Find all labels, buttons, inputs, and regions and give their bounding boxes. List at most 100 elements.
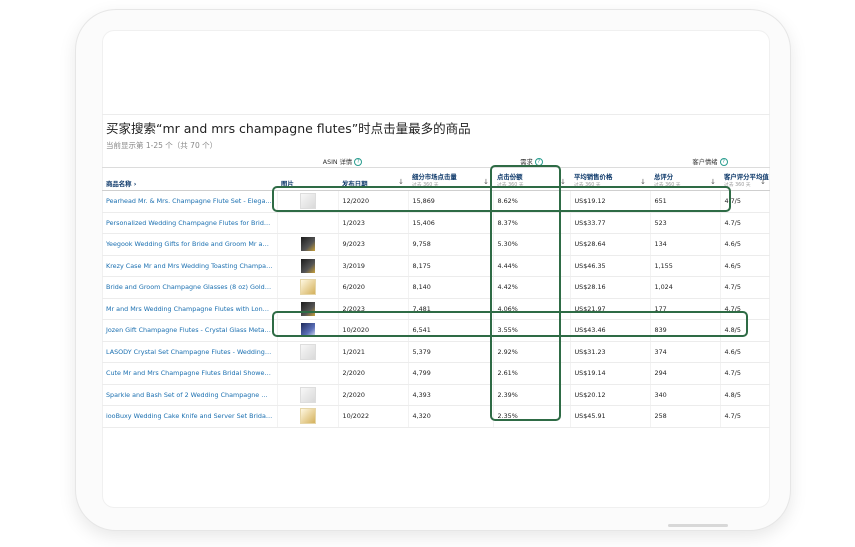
product-image xyxy=(276,212,338,234)
table-row[interactable]: Mr and Mrs Wedding Champagne Flutes with… xyxy=(102,298,770,320)
table-row[interactable]: Sparkle and Bash Set of 2 Wedding Champa… xyxy=(102,384,770,406)
total-ratings: 1,155 xyxy=(649,255,720,277)
release-date: 10/2020 xyxy=(337,319,408,342)
col-avg-price[interactable]: 平均销售价格 过去 360 天 ↓ xyxy=(570,167,650,191)
group-customer: 客户情绪? xyxy=(650,156,770,168)
avg-rating: 4.8/5 xyxy=(719,384,770,406)
avg-price: US$28.16 xyxy=(569,276,650,299)
product-thumbnail xyxy=(299,408,316,425)
sort-down-icon[interactable]: ↓ xyxy=(398,178,404,186)
product-name[interactable]: Sparkle and Bash Set of 2 Wedding Champa… xyxy=(102,384,277,406)
product-name[interactable]: Cute Mr and Mrs Champagne Flutes Bridal … xyxy=(102,362,277,385)
product-name[interactable]: Personalized Wedding Champagne Flutes fo… xyxy=(102,212,277,234)
release-date: 10/2022 xyxy=(337,405,408,428)
avg-price: US$31.23 xyxy=(569,341,650,363)
click-share: 4.44% xyxy=(492,255,570,277)
help-icon[interactable]: ? xyxy=(719,158,728,166)
product-image xyxy=(276,233,338,256)
niche-clicks: 4,320 xyxy=(407,405,493,428)
product-name[interactable]: Yeegook Wedding Gifts for Bride and Groo… xyxy=(102,233,277,256)
niche-clicks: 6,541 xyxy=(407,319,493,342)
sort-down-icon[interactable]: ↓ xyxy=(760,178,766,186)
table-row[interactable]: Pearhead Mr. & Mrs. Champagne Flute Set … xyxy=(102,190,770,213)
table-row[interactable]: Cute Mr and Mrs Champagne Flutes Bridal … xyxy=(102,362,770,385)
col-niche-clicks[interactable]: 细分市场点击量 过去 360 天 ↓ xyxy=(408,167,493,191)
niche-clicks: 5,379 xyxy=(407,341,493,363)
avg-price: US$19.12 xyxy=(569,190,650,213)
table-row[interactable]: iooBuxy Wedding Cake Knife and Server Se… xyxy=(102,405,770,428)
col-image: 图片 xyxy=(277,167,338,191)
product-image xyxy=(276,384,338,406)
release-date: 1/2023 xyxy=(337,212,408,234)
avg-price: US$21.97 xyxy=(569,298,650,320)
table-row[interactable]: Personalized Wedding Champagne Flutes fo… xyxy=(102,212,770,234)
product-image xyxy=(276,362,338,385)
click-share: 2.92% xyxy=(492,341,570,363)
product-name[interactable]: iooBuxy Wedding Cake Knife and Server Se… xyxy=(102,405,277,428)
table-row[interactable]: LASODY Crystal Set Champagne Flutes - We… xyxy=(102,341,770,363)
table-row[interactable]: Bride and Groom Champagne Glasses (8 oz)… xyxy=(102,276,770,299)
product-thumbnail xyxy=(300,301,315,316)
click-share: 2.35% xyxy=(492,405,570,428)
table-row[interactable]: Jozen Gift Champagne Flutes - Crystal Gl… xyxy=(102,319,770,342)
total-ratings: 651 xyxy=(649,190,720,213)
sort-down-icon[interactable]: ↓ xyxy=(560,178,566,186)
avg-rating: 4.7/5 xyxy=(719,298,770,320)
chevron-right-icon: › xyxy=(133,180,137,188)
group-spacer xyxy=(408,156,493,168)
total-ratings: 523 xyxy=(649,212,720,234)
total-ratings: 340 xyxy=(649,384,720,406)
niche-clicks: 4,393 xyxy=(407,384,493,406)
home-indicator xyxy=(668,524,728,527)
sort-down-icon[interactable]: ↓ xyxy=(710,178,716,186)
col-name[interactable]: 商品名称 › xyxy=(102,167,277,191)
click-share: 2.39% xyxy=(492,384,570,406)
col-avg-rating[interactable]: 客户评分平均值 过去 360 天 ↓ xyxy=(720,167,770,191)
avg-rating: 4.6/5 xyxy=(719,341,770,363)
products-table: ASIN 详情? 需求? 客户情绪? 商品名称 › 图片 发布日期 ↓ 细分市场点… xyxy=(102,156,770,428)
help-icon[interactable]: ? xyxy=(354,158,363,166)
help-icon[interactable]: ? xyxy=(534,158,543,166)
product-name[interactable]: Bride and Groom Champagne Glasses (8 oz)… xyxy=(102,276,277,299)
product-name[interactable]: Mr and Mrs Wedding Champagne Flutes with… xyxy=(102,298,277,320)
product-name[interactable]: Krezy Case Mr and Mrs Wedding Toasting C… xyxy=(102,255,277,277)
product-name[interactable]: Pearhead Mr. & Mrs. Champagne Flute Set … xyxy=(102,190,277,213)
col-date[interactable]: 发布日期 ↓ xyxy=(338,167,408,191)
avg-price: US$45.91 xyxy=(569,405,650,428)
niche-clicks: 4,799 xyxy=(407,362,493,385)
col-ratings[interactable]: 总评分 过去 360 天 ↓ xyxy=(650,167,720,191)
niche-clicks: 9,758 xyxy=(407,233,493,256)
sort-down-icon[interactable]: ↓ xyxy=(483,178,489,186)
avg-price: US$33.77 xyxy=(569,212,650,234)
avg-price: US$19.14 xyxy=(569,362,650,385)
avg-price: US$46.35 xyxy=(569,255,650,277)
release-date: 2/2023 xyxy=(337,298,408,320)
divider xyxy=(102,114,770,115)
sort-down-icon[interactable]: ↓ xyxy=(640,178,646,186)
avg-price: US$28.64 xyxy=(569,233,650,256)
avg-rating: 4.8/5 xyxy=(719,319,770,342)
product-thumbnail xyxy=(299,193,316,210)
col-click-share[interactable]: 点击份额 过去 360 天 ↓ xyxy=(493,167,570,191)
product-name[interactable]: LASODY Crystal Set Champagne Flutes - We… xyxy=(102,341,277,363)
product-image xyxy=(276,405,338,428)
group-spacer xyxy=(102,156,277,168)
niche-clicks: 8,175 xyxy=(407,255,493,277)
avg-rating: 4.7/5 xyxy=(719,405,770,428)
table-row[interactable]: Krezy Case Mr and Mrs Wedding Toasting C… xyxy=(102,255,770,277)
product-image xyxy=(276,341,338,363)
release-date: 2/2020 xyxy=(337,362,408,385)
click-share: 4.06% xyxy=(492,298,570,320)
product-image xyxy=(276,319,338,342)
total-ratings: 294 xyxy=(649,362,720,385)
product-image xyxy=(276,190,338,213)
product-image xyxy=(276,276,338,299)
avg-price: US$43.46 xyxy=(569,319,650,342)
group-spacer xyxy=(570,156,650,168)
product-name[interactable]: Jozen Gift Champagne Flutes - Crystal Gl… xyxy=(102,319,277,342)
click-share: 3.55% xyxy=(492,319,570,342)
table-row[interactable]: Yeegook Wedding Gifts for Bride and Groo… xyxy=(102,233,770,256)
niche-clicks: 15,869 xyxy=(407,190,493,213)
avg-rating: 4.7/5 xyxy=(719,212,770,234)
click-share: 4.42% xyxy=(492,276,570,299)
